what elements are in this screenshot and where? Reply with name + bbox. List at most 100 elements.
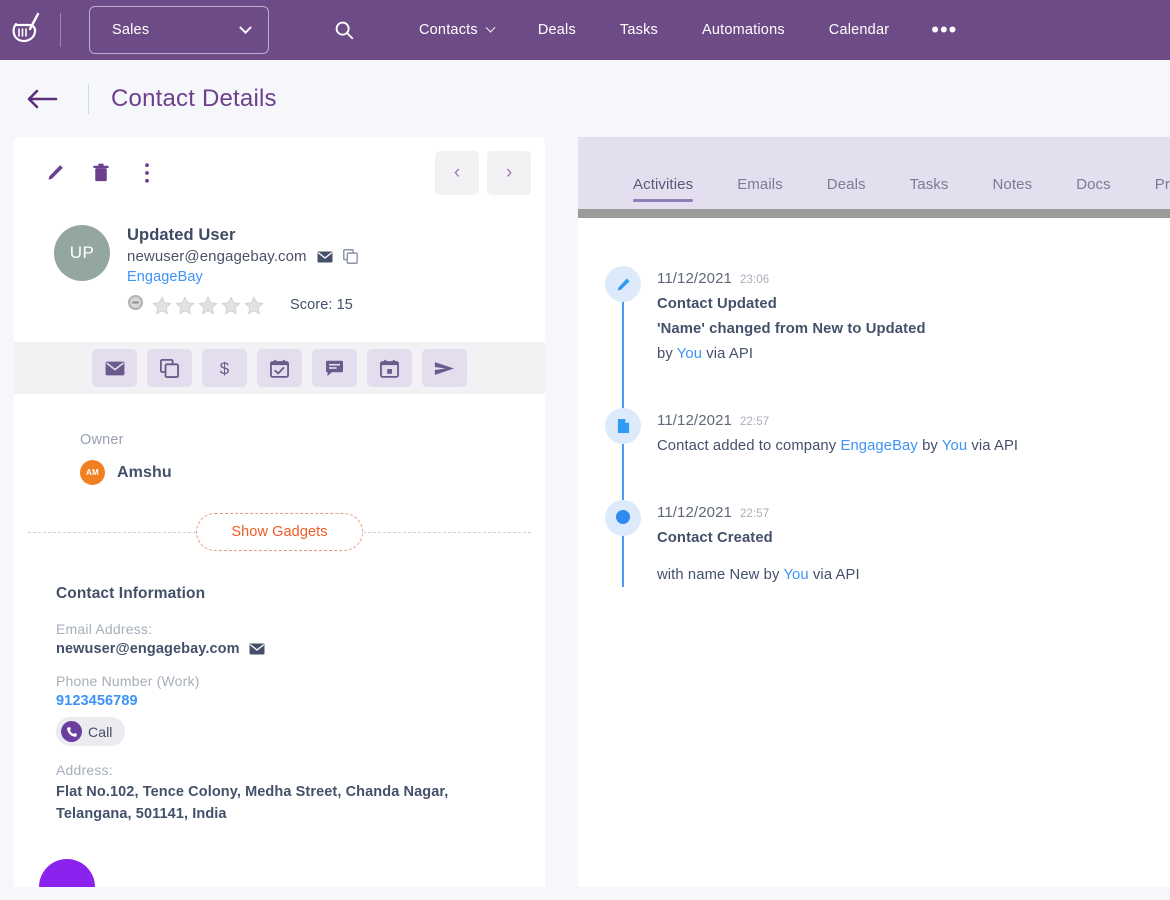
delete-contact-button[interactable] xyxy=(90,161,112,185)
chat-bubble-icon xyxy=(326,360,343,376)
actor-prefix: by xyxy=(657,345,677,362)
add-deal-button[interactable]: $ xyxy=(202,349,247,387)
star-icon xyxy=(175,295,195,315)
timeline-bullet xyxy=(605,407,641,444)
star-icon xyxy=(221,295,241,315)
envelope-icon xyxy=(317,251,333,262)
engagebay-logo[interactable] xyxy=(0,0,56,60)
star-icon xyxy=(244,295,264,315)
activity-timeline: 11/12/2021 23:06 Contact Updated 'Name' … xyxy=(578,218,1170,587)
copy-email-icon[interactable] xyxy=(342,249,359,265)
product-selector-label: Sales xyxy=(112,22,150,38)
send-email-button[interactable] xyxy=(92,349,137,387)
timeline-date-row: 11/12/2021 23:06 xyxy=(657,270,926,287)
send-email-icon[interactable] xyxy=(317,249,333,265)
timeline-item: 11/12/2021 22:57 Contact added to compan… xyxy=(605,407,1170,458)
star-rating[interactable] xyxy=(152,295,264,315)
timeline-time: 22:57 xyxy=(739,507,770,520)
search-button[interactable] xyxy=(327,13,361,47)
contact-rating-row: Score: 15 xyxy=(127,294,359,316)
tab-products[interactable]: Pro xyxy=(1133,176,1170,209)
envelope-icon xyxy=(105,361,124,375)
owner-section: Owner AM Amshu xyxy=(14,394,545,485)
nav-item-automations[interactable]: Automations xyxy=(680,0,807,60)
nav-item-label: Tasks xyxy=(619,22,658,38)
tab-activities[interactable]: Activities xyxy=(611,176,715,209)
timeline-item: 11/12/2021 22:57 Contact Created with na… xyxy=(605,499,1170,587)
tab-tasks[interactable]: Tasks xyxy=(888,176,971,209)
timeline-end-dot xyxy=(616,510,630,524)
primary-nav-items: Contacts Deals Tasks Automations Calenda… xyxy=(397,0,977,60)
detail-suffix: via API xyxy=(967,437,1019,454)
actor-link[interactable]: You xyxy=(942,438,967,454)
svg-text:$: $ xyxy=(220,359,230,378)
nav-divider xyxy=(60,13,61,47)
tab-docs[interactable]: Docs xyxy=(1054,176,1133,209)
search-icon xyxy=(335,21,354,40)
actor-suffix: via API xyxy=(702,345,754,362)
product-selector[interactable]: Sales xyxy=(89,6,269,54)
show-gadgets-row: Show Gadgets xyxy=(14,513,545,551)
timeline-bullet xyxy=(605,266,641,302)
duplicate-button[interactable] xyxy=(147,349,192,387)
timeline-body: 11/12/2021 22:57 Contact Created with na… xyxy=(657,500,860,587)
nav-item-label: Deals xyxy=(537,22,576,38)
call-button[interactable]: Call xyxy=(56,717,125,746)
timeline-detail: with name New by You via API xyxy=(657,564,860,587)
pencil-icon xyxy=(617,278,629,290)
nav-more-button[interactable]: ••• xyxy=(911,0,977,60)
timeline-date: 11/12/2021 xyxy=(657,411,732,429)
record-pagination: ‹ › xyxy=(435,151,531,195)
nav-item-tasks[interactable]: Tasks xyxy=(598,0,680,60)
actor-link[interactable]: You xyxy=(783,567,808,583)
actor-link[interactable]: You xyxy=(677,346,702,362)
no-rating-icon[interactable] xyxy=(127,294,144,316)
chevron-down-icon xyxy=(485,22,496,33)
timeline-actor-row: by You via API xyxy=(657,343,926,366)
timeline-time: 23:06 xyxy=(739,274,770,286)
add-note-button[interactable] xyxy=(312,349,357,387)
tab-notes[interactable]: Notes xyxy=(971,176,1055,209)
field-phone-number: Phone Number (Work) 9123456789 Call xyxy=(56,673,545,746)
contact-summary: UP Updated User newuser@engagebay.com En… xyxy=(14,201,545,316)
horizontal-scrollbar[interactable] xyxy=(578,209,1170,218)
show-gadgets-button[interactable]: Show Gadgets xyxy=(196,513,363,551)
previous-record-button[interactable]: ‹ xyxy=(435,151,479,195)
chat-fab[interactable] xyxy=(39,859,95,887)
quick-action-bar: $ xyxy=(14,342,545,394)
tab-emails[interactable]: Emails xyxy=(715,176,805,209)
owner-label: Owner xyxy=(80,432,124,448)
company-link[interactable]: EngageBay xyxy=(840,438,917,454)
contact-score: Score: 15 xyxy=(290,297,353,313)
contact-email-row: newuser@engagebay.com xyxy=(127,248,359,265)
owner-row[interactable]: AM Amshu xyxy=(80,460,545,485)
tab-deals[interactable]: Deals xyxy=(805,176,888,209)
divider-left xyxy=(28,531,197,533)
section-title: Contact Information xyxy=(56,585,206,602)
back-button[interactable] xyxy=(26,84,66,114)
send-email-icon[interactable] xyxy=(249,641,265,657)
dollar-icon: $ xyxy=(220,359,230,378)
contact-name: Updated User xyxy=(127,226,236,244)
main-content: ‹ › UP Updated User newuser@engagebay.co… xyxy=(0,137,1170,887)
nav-item-contacts[interactable]: Contacts xyxy=(397,0,516,60)
calendar-check-icon xyxy=(270,359,289,378)
phone-icon xyxy=(61,721,82,742)
timeline-date-row: 11/12/2021 22:57 xyxy=(657,412,1018,429)
star-icon xyxy=(198,295,218,315)
schedule-appointment-button[interactable] xyxy=(367,349,412,387)
timeline-item: 11/12/2021 23:06 Contact Updated 'Name' … xyxy=(605,266,1170,366)
nav-item-calendar[interactable]: Calendar xyxy=(807,0,911,60)
owner-name: Amshu xyxy=(117,463,172,481)
send-button[interactable] xyxy=(422,349,467,387)
nav-item-label: Calendar xyxy=(828,22,890,38)
add-task-button[interactable] xyxy=(257,349,302,387)
more-options-button[interactable] xyxy=(136,161,158,185)
nav-item-label: Contacts xyxy=(419,22,478,38)
edit-contact-button[interactable] xyxy=(44,161,66,185)
contact-company-link[interactable]: EngageBay xyxy=(127,269,359,285)
next-record-button[interactable]: › xyxy=(487,151,531,195)
phone-number-value[interactable]: 9123456789 xyxy=(56,693,545,709)
nav-item-deals[interactable]: Deals xyxy=(516,0,598,60)
vertical-dots-icon xyxy=(145,163,149,183)
